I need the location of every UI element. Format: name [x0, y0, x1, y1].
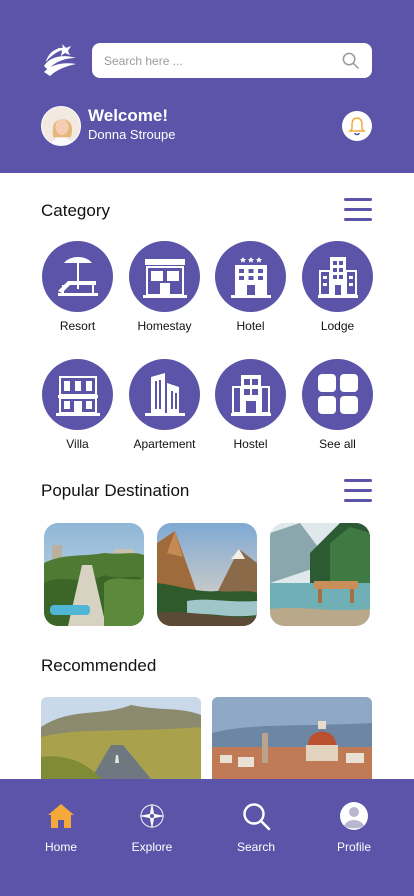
category-hotel[interactable]: Hotel [205, 241, 295, 341]
recommended-image [212, 697, 372, 779]
category-resort[interactable]: Resort [32, 241, 122, 341]
category-homestay[interactable]: Homestay [119, 241, 209, 341]
search-icon[interactable] [341, 51, 360, 70]
bell-icon [348, 117, 366, 136]
category-label: Lodge [320, 319, 355, 333]
nav-profile[interactable]: Profile [309, 779, 399, 896]
villa-icon [56, 376, 100, 416]
category-menu-icon[interactable] [344, 198, 372, 222]
search-icon [243, 803, 271, 831]
category-apartment[interactable]: Apartement [119, 359, 209, 459]
nav-search[interactable]: Search [211, 779, 301, 896]
destination-card[interactable] [44, 523, 144, 626]
category-villa[interactable]: Villa [32, 359, 122, 459]
nav-label: Search [236, 840, 276, 854]
category-label: Homestay [137, 319, 192, 333]
recommended-title: Recommended [41, 656, 157, 675]
recommended-card[interactable] [41, 697, 201, 779]
hostel-icon [231, 375, 271, 416]
app-header: Welcome! Donna Stroupe [0, 0, 414, 173]
lodge-icon [318, 257, 358, 298]
destination-image [157, 523, 257, 626]
app-logo-icon[interactable] [40, 42, 78, 78]
category-hostel[interactable]: Hostel [205, 359, 295, 459]
home-icon [48, 804, 74, 828]
user-name: Donna Stroupe [88, 127, 176, 142]
nav-label: Home [44, 840, 77, 854]
notification-button[interactable] [342, 111, 372, 141]
destination-image [44, 523, 144, 626]
nav-label: Profile [336, 840, 371, 854]
search-input[interactable] [104, 43, 324, 78]
nav-explore[interactable]: Explore [107, 779, 197, 896]
search-bar[interactable] [92, 43, 372, 78]
destination-card[interactable] [157, 523, 257, 626]
category-title: Category [41, 201, 110, 220]
compass-icon [139, 803, 165, 829]
nav-label: Explore [131, 840, 173, 854]
grid-icon [318, 374, 358, 414]
recommended-card[interactable] [212, 697, 372, 779]
bottom-navigation: Home Explore Search Profile [0, 779, 414, 896]
popular-destination-title: Popular Destination [41, 481, 190, 500]
hotel-icon [231, 257, 271, 298]
category-label: Hotel [236, 319, 265, 333]
destination-card[interactable] [270, 523, 370, 626]
popular-menu-icon[interactable] [344, 479, 372, 503]
profile-icon [340, 802, 368, 830]
homestay-icon [143, 259, 187, 298]
category-label: Apartement [133, 437, 196, 451]
category-label: See all [319, 437, 356, 451]
recommended-image [41, 697, 201, 779]
destination-image [270, 523, 370, 626]
category-label: Hostel [233, 437, 268, 451]
category-lodge[interactable]: Lodge [292, 241, 382, 341]
category-label: Villa [66, 437, 89, 451]
avatar[interactable] [41, 106, 81, 146]
welcome-text: Welcome! [88, 106, 168, 125]
resort-icon [58, 257, 98, 296]
category-label: Resort [59, 319, 96, 333]
nav-home[interactable]: Home [16, 779, 106, 896]
apartment-icon [145, 373, 185, 416]
category-see-all[interactable]: See all [292, 359, 382, 459]
